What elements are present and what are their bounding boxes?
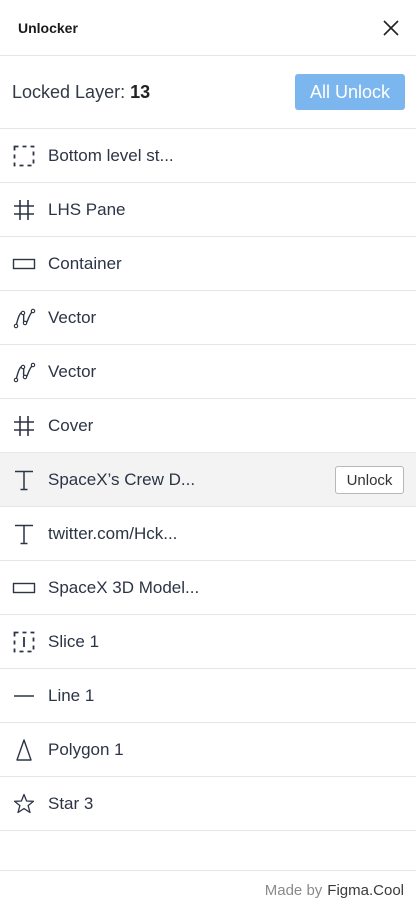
unlocker-panel: Unlocker Locked Layer: 13 All Unlock Bott… <box>0 0 416 910</box>
layer-name: Slice 1 <box>48 631 100 651</box>
text-icon <box>11 521 36 546</box>
text-icon <box>11 467 36 492</box>
layer-name: twitter.com/Hck... <box>48 523 178 543</box>
layer-row[interactable]: Cover <box>0 399 416 453</box>
layer-name: Container <box>48 253 122 273</box>
layer-name: Polygon 1 <box>48 739 124 759</box>
vector-pen-icon <box>11 359 36 384</box>
layer-list: Bottom level st... LHS Pane Container Vecto… <box>0 129 416 831</box>
panel-title: Unlocker <box>18 19 78 36</box>
title-bar: Unlocker <box>0 0 416 56</box>
layer-row[interactable]: Bottom level st... <box>0 129 416 183</box>
layer-name: Vector <box>48 307 97 327</box>
star-icon <box>11 791 36 816</box>
layer-row[interactable]: Vector <box>0 291 416 345</box>
footer: Made by Figma.Cool <box>0 870 416 910</box>
layer-row[interactable]: Slice 1 <box>0 615 416 669</box>
layer-row[interactable]: Container <box>0 237 416 291</box>
layer-name: Cover <box>48 415 94 435</box>
line-icon <box>11 683 36 708</box>
brand-link[interactable]: Figma.Cool <box>327 882 404 899</box>
vector-pen-icon <box>11 305 36 330</box>
layer-name: Line 1 <box>48 685 95 705</box>
dashed-frame-icon <box>11 143 36 168</box>
locked-layer-text: Locked Layer: 13 <box>12 82 150 103</box>
locked-layer-count: 13 <box>130 81 151 102</box>
unlock-button[interactable]: Unlock <box>335 466 404 494</box>
locked-layer-label: Locked Layer: <box>12 81 126 102</box>
locked-summary: Locked Layer: 13 All Unlock <box>0 56 416 129</box>
all-unlock-button[interactable]: All Unlock <box>295 74 405 110</box>
layer-name: SpaceX 3D Model... <box>48 577 200 597</box>
layer-row[interactable]: twitter.com/Hck... <box>0 507 416 561</box>
layer-row[interactable]: LHS Pane <box>0 183 416 237</box>
layer-row[interactable]: Star 3 <box>0 777 416 831</box>
rectangle-icon <box>11 575 36 600</box>
layer-row[interactable]: Line 1 <box>0 669 416 723</box>
frame-hash-icon <box>11 413 36 438</box>
frame-hash-icon <box>11 197 36 222</box>
made-by-text: Made by <box>264 882 323 899</box>
rectangle-icon <box>11 251 36 276</box>
layer-name: Star 3 <box>48 793 94 813</box>
layer-name: Vector <box>48 361 97 381</box>
layer-name: SpaceX’s Crew D... <box>48 469 196 489</box>
layer-row[interactable]: Vector <box>0 345 416 399</box>
layer-row[interactable]: Polygon 1 <box>0 723 416 777</box>
layer-name: Bottom level st... <box>48 145 174 165</box>
polygon-icon <box>11 737 36 762</box>
layer-row[interactable]: SpaceX’s Crew D... Unlock <box>0 453 416 507</box>
slice-icon <box>11 629 36 654</box>
close-icon[interactable] <box>379 16 403 40</box>
layer-row[interactable]: SpaceX 3D Model... <box>0 561 416 615</box>
layer-name: LHS Pane <box>48 199 126 219</box>
